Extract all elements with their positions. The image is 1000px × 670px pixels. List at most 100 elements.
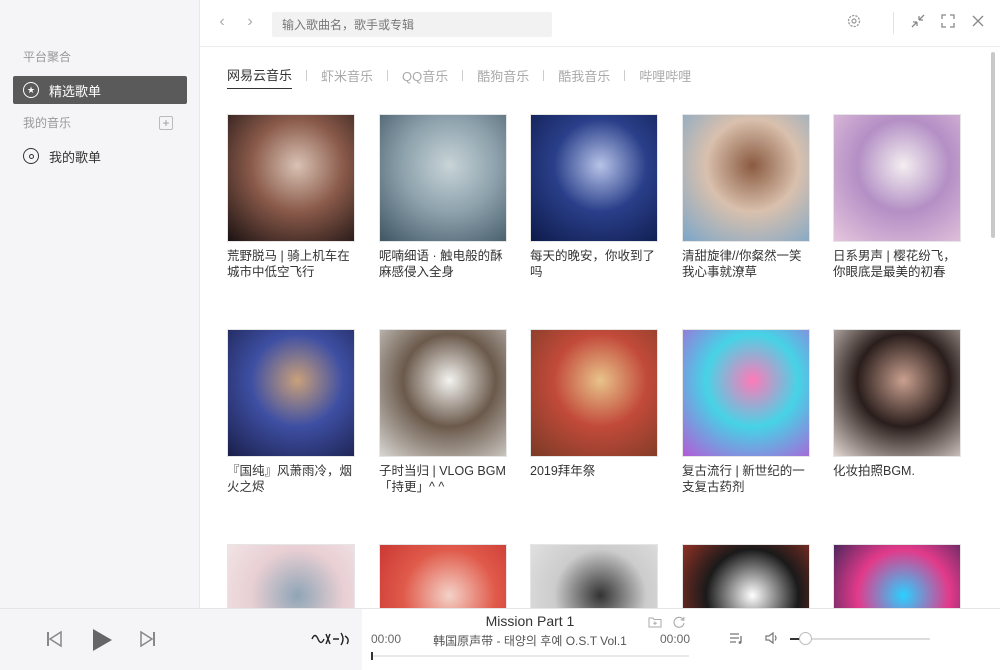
tab-platform[interactable]: 虾米音乐: [321, 66, 373, 89]
playlist-card[interactable]: 呢喃细语 · 触电般的酥麻感侵入全身: [379, 114, 507, 280]
song-artist: 韩国原声带 - 태양의 후예 O.S.T Vol.1: [433, 634, 627, 648]
close-icon: [972, 15, 984, 27]
playlist-card[interactable]: 2019拜年祭: [530, 329, 658, 479]
playlist-title[interactable]: 子时当归 | VLOG BGM「持更」^ ^: [379, 463, 507, 495]
sidebar-section-label: 我的音乐: [23, 116, 72, 130]
tab-platform[interactable]: 酷狗音乐: [477, 66, 529, 89]
playlist-card[interactable]: 日系男声 | 樱花纷飞，你眼底是最美的初春: [833, 114, 961, 280]
forward-button[interactable]: ›: [242, 13, 258, 31]
playlist-card[interactable]: 化妆拍照BGM.: [833, 329, 961, 479]
playlist-card[interactable]: [682, 544, 810, 608]
sidebar-item-featured-playlists[interactable]: ★ 精选歌单: [13, 76, 187, 104]
tab-separator: [543, 69, 545, 81]
playlist-cover[interactable]: [227, 544, 355, 608]
playlist-cover[interactable]: [833, 329, 961, 457]
platform-tabs: 网易云音乐 虾米音乐 QQ音乐 酷狗音乐 酷我音乐 哔哩哔哩: [227, 65, 691, 89]
playlist-title[interactable]: 荒野脱马 | 骑上机车在城市中低空飞行: [227, 248, 355, 280]
playlist-cover[interactable]: [833, 114, 961, 242]
maximize-button[interactable]: [939, 13, 957, 31]
scrollbar-thumb[interactable]: [991, 52, 995, 238]
tab-separator: [624, 69, 626, 81]
volume-handle[interactable]: [799, 632, 813, 645]
playlist-title[interactable]: 『国纯』风萧雨冷，烟火之烬: [227, 463, 355, 495]
player-controls: [0, 609, 362, 670]
playlist-cover[interactable]: [682, 329, 810, 457]
playlist-card[interactable]: 荒野脱马 | 骑上机车在城市中低空飞行: [227, 114, 355, 280]
next-button[interactable]: [140, 630, 156, 648]
playlist-title[interactable]: 每天的晚安，你收到了吗: [530, 248, 658, 280]
now-playing: Mission Part 1 00:00 韩国原声带 - 태양의 후예 O.S.…: [362, 609, 698, 670]
album-cover-logo[interactable]: [310, 628, 352, 650]
playlist-grid: 荒野脱马 | 骑上机车在城市中低空飞行 呢喃细语 · 触电般的酥麻感侵入全身 每天的…: [227, 114, 967, 608]
playlist-card[interactable]: [833, 544, 961, 608]
sidebar-item-my-playlists[interactable]: 我的歌单: [13, 142, 187, 170]
playlist-cover[interactable]: [379, 544, 507, 608]
playlist-cover[interactable]: [530, 544, 658, 608]
back-button[interactable]: ‹: [214, 13, 230, 31]
playlist-queue-button[interactable]: [727, 630, 745, 648]
tab-platform[interactable]: 网易云音乐: [227, 65, 293, 89]
sidebar-section-my-music: 我的音乐 +: [0, 113, 200, 133]
playlist-cover[interactable]: [379, 329, 507, 457]
search-input[interactable]: [272, 12, 552, 37]
repeat-icon: [673, 616, 685, 628]
playlist-card[interactable]: 子时当归 | VLOG BGM「持更」^ ^: [379, 329, 507, 495]
playlist-card[interactable]: 复古流行 | 新世纪的一支复古药剂: [682, 329, 810, 495]
tab-platform[interactable]: QQ音乐: [402, 66, 448, 89]
playlist-cover[interactable]: [682, 114, 810, 242]
playlist-card[interactable]: [530, 544, 658, 608]
playlist-card[interactable]: 『国纯』风萧雨冷，烟火之烬: [227, 329, 355, 495]
tab-platform[interactable]: 酷我音乐: [558, 66, 610, 89]
star-icon: ★: [23, 82, 39, 98]
skip-back-icon: [47, 630, 62, 648]
gear-icon: [847, 14, 861, 28]
divider: [893, 12, 894, 34]
album-logo-art: [311, 632, 349, 646]
playlist-card[interactable]: 每天的晚安，你收到了吗: [530, 114, 658, 280]
playlist-title[interactable]: 呢喃细语 · 触电般的酥麻感侵入全身: [379, 248, 507, 280]
add-to-playlist-button[interactable]: [648, 615, 662, 629]
queue-icon: [730, 633, 742, 644]
add-playlist-button[interactable]: +: [159, 116, 173, 130]
tab-platform[interactable]: 哔哩哔哩: [639, 66, 691, 89]
playlist-title[interactable]: 日系男声 | 樱花纷飞，你眼底是最美的初春: [833, 248, 961, 280]
play-icon: [93, 629, 112, 651]
play-button[interactable]: [91, 628, 113, 652]
playlist-title[interactable]: 复古流行 | 新世纪的一支复古药剂: [682, 463, 810, 495]
playlist-title[interactable]: 2019拜年祭: [530, 463, 658, 479]
progress-handle[interactable]: [371, 652, 373, 660]
total-time: 00:00: [659, 632, 690, 646]
playlist-cover[interactable]: [530, 329, 658, 457]
volume-slider[interactable]: [790, 632, 930, 645]
playlist-title[interactable]: 清甜旋律//你粲然一笑 我心事就潦草: [682, 248, 810, 280]
playlist-card[interactable]: 清甜旋律//你粲然一笑 我心事就潦草: [682, 114, 810, 280]
playlist-cover[interactable]: [530, 114, 658, 242]
playlist-cover[interactable]: [682, 544, 810, 608]
sidebar-section-platform: 平台聚合: [23, 50, 72, 64]
previous-button[interactable]: [46, 630, 62, 648]
player-bar: Mission Part 1 00:00 韩国原声带 - 태양의 후예 O.S.…: [0, 608, 1000, 670]
repeat-button[interactable]: [672, 615, 686, 629]
playlist-cover[interactable]: [227, 114, 355, 242]
sidebar-item-label: 我的歌单: [49, 149, 102, 165]
tab-separator: [462, 69, 464, 81]
disc-icon: [23, 148, 39, 164]
playlist-cover[interactable]: [227, 329, 355, 457]
playlist-title[interactable]: 化妆拍照BGM.: [833, 463, 961, 479]
folder-add-icon: [648, 617, 662, 628]
shrink-icon: [911, 14, 925, 28]
playlist-cover[interactable]: [379, 114, 507, 242]
skip-forward-icon: [140, 630, 155, 648]
playlist-cover[interactable]: [833, 544, 961, 608]
playlist-card[interactable]: [379, 544, 507, 608]
progress-bar[interactable]: [371, 652, 689, 660]
settings-button[interactable]: [845, 13, 863, 31]
close-button[interactable]: [969, 13, 987, 31]
sidebar: 平台聚合 ★ 精选歌单 我的音乐 + 我的歌单: [0, 0, 200, 608]
expand-icon: [941, 14, 955, 28]
tab-separator: [387, 69, 389, 81]
playlist-card[interactable]: [227, 544, 355, 608]
volume-icon: [765, 631, 777, 645]
volume-button[interactable]: [763, 630, 781, 648]
minimize-button[interactable]: [909, 13, 927, 31]
